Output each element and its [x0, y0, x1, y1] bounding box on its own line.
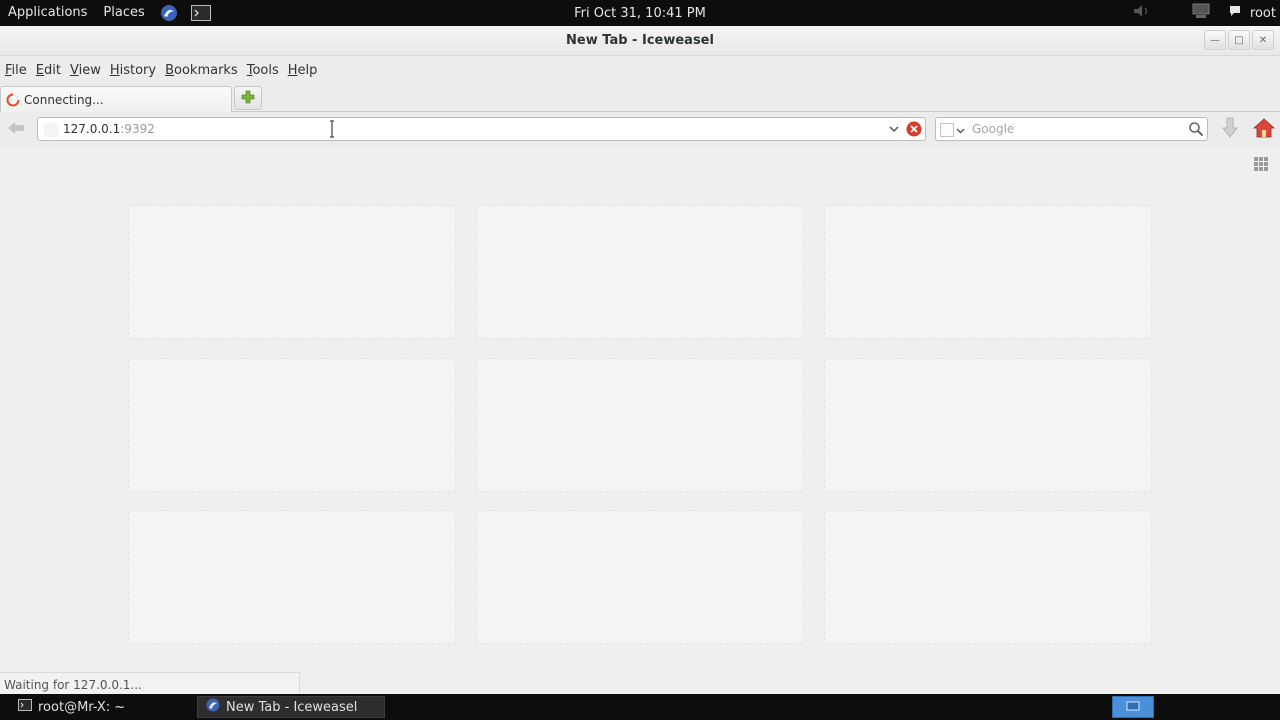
taskbar-item-iceweasel[interactable]: New Tab - Iceweasel	[197, 696, 385, 718]
url-host: 127.0.0.1	[63, 122, 121, 136]
navigation-toolbar: 127.0.0.1:9392	[0, 112, 1280, 146]
menu-tools-label: ools	[252, 63, 279, 78]
site-tile[interactable]	[476, 358, 804, 492]
menu-bar: File Edit View History Bookmarks Tools H…	[0, 58, 323, 84]
menu-bookmarks-label: ookmarks	[174, 63, 238, 78]
menu-tools[interactable]: Tools	[244, 58, 282, 84]
menu-edit[interactable]: Edit	[33, 58, 64, 84]
site-tile[interactable]	[824, 510, 1152, 644]
loading-spinner-icon	[5, 92, 21, 108]
top-panel: Applications Places Fri Oct 31, 10:41 PM…	[0, 0, 1280, 26]
chevron-down-icon	[956, 123, 965, 137]
home-button[interactable]	[1251, 117, 1277, 141]
stop-icon	[906, 121, 922, 140]
menu-edit-mnemonic: E	[35, 63, 44, 78]
menu-view-mnemonic: V	[69, 63, 79, 78]
status-text: Waiting for 127.0.0.1...	[4, 678, 142, 692]
url-bar[interactable]: 127.0.0.1:9392	[37, 117, 926, 141]
site-tile[interactable]	[824, 358, 1152, 492]
url-port: :9392	[120, 122, 155, 136]
applications-menu[interactable]: Applications	[0, 0, 95, 26]
workspace-switcher[interactable]	[1112, 696, 1154, 718]
minimize-icon: —	[1210, 34, 1220, 46]
tab-connecting[interactable]: Connecting...	[0, 86, 232, 112]
search-go-button[interactable]	[1188, 121, 1204, 137]
user-icon[interactable]	[1228, 4, 1242, 22]
back-arrow-icon	[7, 121, 25, 138]
toggle-tiles-button[interactable]	[1254, 157, 1270, 173]
site-tile[interactable]	[128, 510, 456, 644]
search-engine-icon	[940, 123, 954, 137]
terminal-launcher-icon[interactable]	[190, 4, 211, 22]
window-title: New Tab - Iceweasel	[566, 33, 714, 48]
back-button[interactable]	[6, 119, 26, 139]
new-tab-page	[0, 147, 1280, 694]
site-tile[interactable]	[128, 205, 456, 339]
user-name[interactable]: root	[1250, 6, 1276, 21]
close-window-button[interactable]: ✕	[1252, 30, 1274, 50]
url-history-dropdown[interactable]	[887, 122, 901, 136]
home-icon	[1252, 117, 1276, 142]
plus-icon	[240, 89, 256, 108]
menu-history-label: istory	[119, 63, 157, 78]
menu-history-mnemonic: H	[109, 63, 120, 78]
search-bar	[935, 117, 1208, 141]
places-menu[interactable]: Places	[95, 0, 152, 26]
status-panel: Waiting for 127.0.0.1...	[0, 672, 300, 694]
site-identity-icon[interactable]	[44, 123, 58, 137]
grid-icon	[1254, 157, 1268, 174]
menu-bookmarks[interactable]: Bookmarks	[162, 58, 241, 84]
menu-view-label: iew	[78, 63, 101, 78]
stop-loading-button[interactable]	[906, 121, 922, 137]
magnifier-icon	[1188, 122, 1204, 140]
site-tile[interactable]	[476, 510, 804, 644]
menu-help[interactable]: Help	[285, 58, 321, 84]
text-cursor-icon	[330, 120, 334, 138]
site-tile[interactable]	[128, 358, 456, 492]
volume-icon[interactable]	[1132, 3, 1154, 23]
iceweasel-icon	[206, 698, 220, 716]
menu-view[interactable]: View	[67, 58, 104, 84]
maximize-icon: □	[1234, 34, 1244, 46]
downloads-button[interactable]	[1219, 117, 1241, 141]
menu-file[interactable]: File	[2, 58, 30, 84]
new-tab-button[interactable]	[234, 86, 262, 110]
terminal-icon	[18, 699, 32, 715]
iceweasel-launcher-icon[interactable]	[159, 4, 179, 22]
search-input[interactable]	[972, 121, 1182, 137]
network-icon[interactable]	[1190, 2, 1212, 24]
menu-bookmarks-mnemonic: B	[165, 63, 175, 78]
taskbar-item-label: root@Mr-X: ~	[38, 699, 126, 715]
site-tiles-grid	[128, 205, 1152, 645]
site-tile[interactable]	[476, 205, 804, 339]
taskbar-item-label: New Tab - Iceweasel	[226, 699, 358, 715]
tab-strip: Connecting...	[0, 84, 1280, 112]
menu-history[interactable]: History	[107, 58, 159, 84]
url-text[interactable]: 127.0.0.1:9392	[63, 122, 155, 136]
close-icon: ✕	[1258, 34, 1268, 46]
workspace-icon	[1126, 700, 1140, 715]
download-arrow-icon	[1222, 117, 1238, 142]
site-tile[interactable]	[824, 205, 1152, 339]
maximize-button[interactable]: □	[1228, 30, 1250, 50]
menu-help-mnemonic: H	[287, 63, 298, 78]
bottom-taskbar: root@Mr-X: ~ New Tab - Iceweasel	[0, 694, 1280, 720]
search-engine-selector[interactable]	[940, 123, 970, 137]
minimize-button[interactable]: —	[1204, 30, 1226, 50]
window-titlebar[interactable]: New Tab - Iceweasel — □ ✕	[0, 26, 1280, 56]
menu-file-label: ile	[11, 63, 27, 78]
menu-help-label: elp	[297, 63, 318, 78]
clock[interactable]: Fri Oct 31, 10:41 PM	[574, 6, 706, 21]
taskbar-item-terminal[interactable]: root@Mr-X: ~	[10, 696, 190, 718]
tab-label: Connecting...	[24, 92, 104, 107]
chevron-down-icon	[889, 122, 899, 136]
menu-edit-label: dit	[44, 63, 61, 78]
